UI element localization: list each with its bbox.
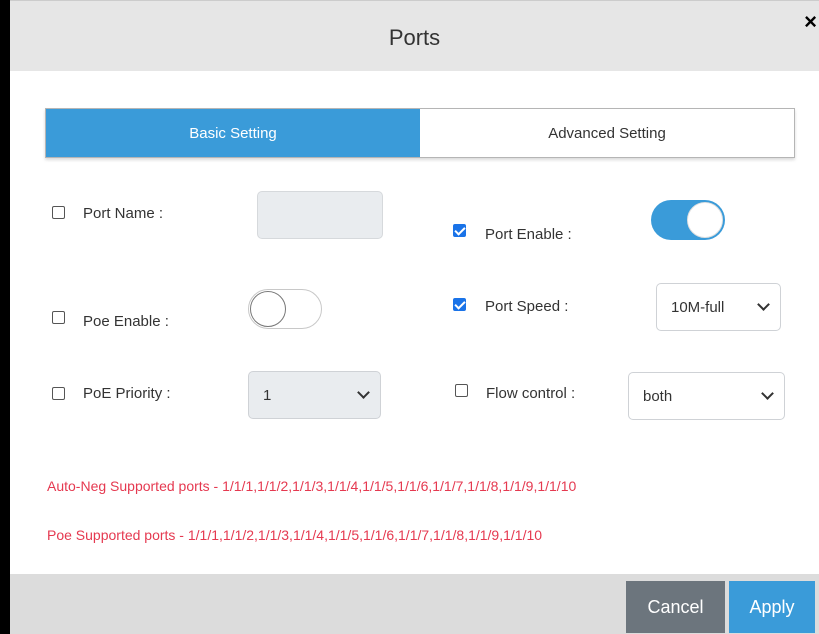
port-speed-select[interactable]: 10M-full xyxy=(656,283,781,331)
poe-ports-text: Poe Supported ports - 1/1/1,1/1/2,1/1/3,… xyxy=(47,527,543,543)
port-enable-label: Port Enable : xyxy=(485,226,572,243)
toggle-knob xyxy=(687,202,723,238)
cancel-button[interactable]: Cancel xyxy=(626,581,725,633)
poe-priority-value: 1 xyxy=(263,386,272,404)
dialog-left-border xyxy=(0,0,10,634)
chevron-down-icon xyxy=(357,386,370,399)
poe-priority-select[interactable]: 1 xyxy=(248,371,381,419)
flow-control-checkbox[interactable] xyxy=(455,384,468,397)
poe-priority-label: PoE Priority : xyxy=(83,385,171,402)
chevron-down-icon xyxy=(757,298,770,311)
chevron-down-icon xyxy=(761,387,774,400)
dialog-header: Ports × xyxy=(10,0,819,71)
port-enable-toggle[interactable] xyxy=(651,200,725,240)
toggle-knob xyxy=(250,291,286,327)
close-icon[interactable]: × xyxy=(804,11,817,33)
poe-enable-toggle[interactable] xyxy=(248,289,322,329)
dialog-title: Ports xyxy=(388,25,441,50)
flow-control-label: Flow control : xyxy=(486,385,576,402)
auto-neg-ports-text: Auto-Neg Supported ports - 1/1/1,1/1/2,1… xyxy=(47,478,577,494)
port-speed-label: Port Speed : xyxy=(485,298,569,315)
tab-basic-setting[interactable]: Basic Setting xyxy=(46,109,420,157)
port-enable-checkbox[interactable] xyxy=(453,224,466,237)
poe-priority-checkbox[interactable] xyxy=(52,387,65,400)
port-name-input[interactable] xyxy=(257,191,383,239)
port-speed-value: 10M-full xyxy=(671,298,725,316)
ports-dialog: Ports × Basic Setting Advanced Setting P… xyxy=(0,0,819,634)
port-speed-checkbox[interactable] xyxy=(453,298,466,311)
poe-enable-checkbox[interactable] xyxy=(52,311,65,324)
flow-control-value: both xyxy=(643,387,673,405)
tab-advanced-setting[interactable]: Advanced Setting xyxy=(420,109,794,157)
apply-button[interactable]: Apply xyxy=(729,581,815,633)
flow-control-select[interactable]: both xyxy=(628,372,785,420)
port-name-checkbox[interactable] xyxy=(52,206,65,219)
port-name-label: Port Name : xyxy=(83,205,164,222)
settings-tabs: Basic Setting Advanced Setting xyxy=(45,108,795,158)
poe-enable-label: Poe Enable : xyxy=(83,313,169,330)
